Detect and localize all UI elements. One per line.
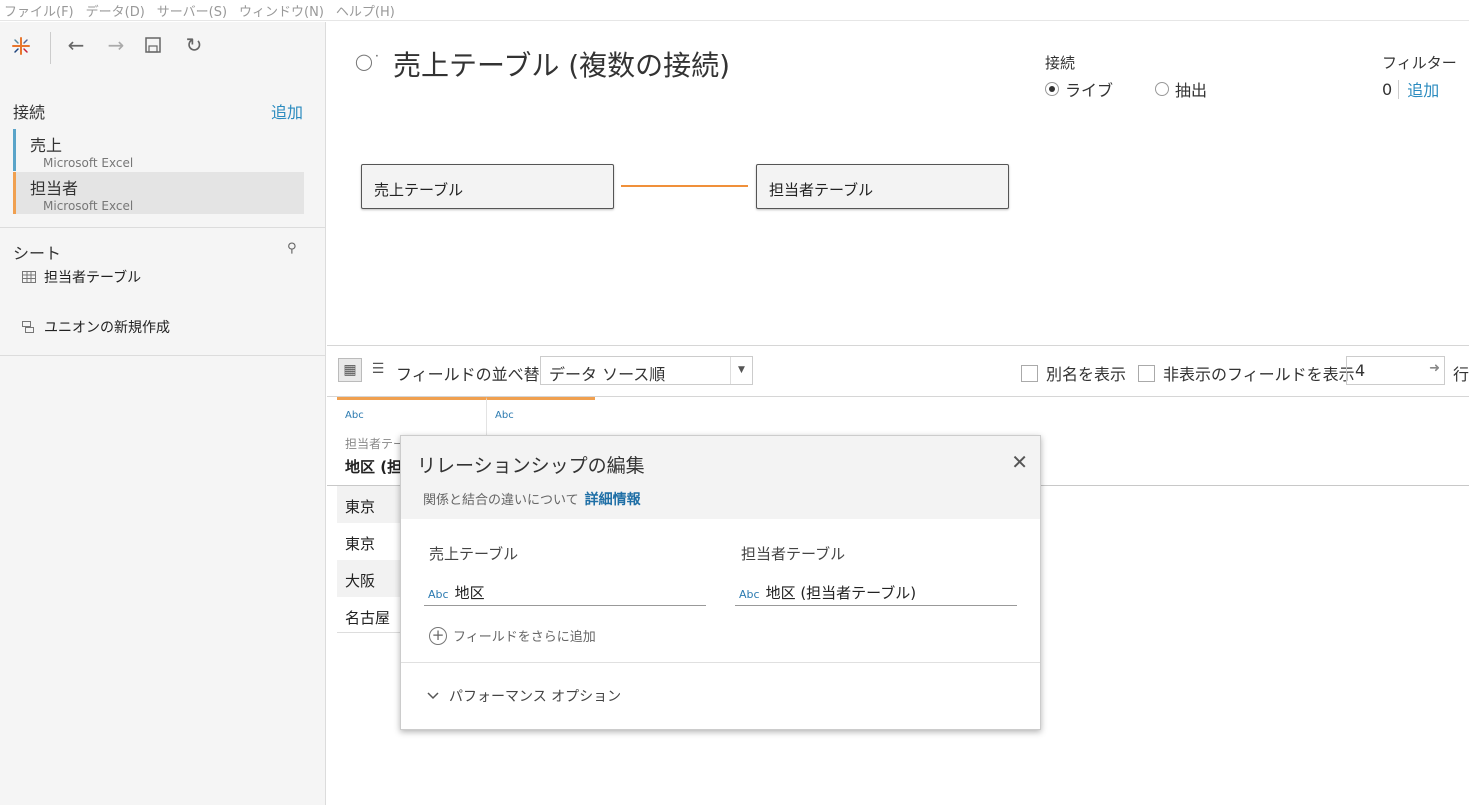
show-alias-checkbox[interactable] — [1021, 364, 1038, 382]
list-view-button[interactable]: ☰ — [366, 358, 390, 382]
go-arrow-icon[interactable]: ➜ — [1429, 361, 1440, 376]
live-radio[interactable] — [1045, 82, 1059, 96]
divider — [0, 355, 326, 356]
connection-mode-label: 接続 — [1045, 54, 1076, 72]
new-union-item[interactable]: ユニオンの新規作成 — [22, 317, 170, 337]
sort-value: データ ソース順 — [549, 365, 666, 384]
divider — [401, 662, 1040, 663]
back-arrow-icon[interactable]: ← — [65, 34, 87, 56]
type-abc-icon[interactable]: Abc — [345, 410, 486, 421]
plus-circle-icon: + — [429, 626, 447, 645]
extract-radio[interactable] — [1155, 82, 1170, 96]
left-field-select[interactable]: Abc 地区 — [424, 576, 706, 606]
add-connection-link[interactable]: 追加 — [271, 99, 303, 123]
sort-fields-label: フィールドの並べ替え — [396, 365, 556, 384]
divider — [327, 345, 1469, 346]
live-label: ライブ — [1065, 81, 1114, 100]
filter-block: フィルター 0 追加 — [1382, 52, 1457, 101]
chevron-down-icon — [427, 692, 439, 700]
save-icon[interactable] — [144, 36, 162, 54]
sort-fields-select[interactable]: データ ソース順 ▼ — [540, 356, 753, 385]
extract-label: 抽出 — [1175, 81, 1208, 100]
left-table-label: 売上テーブル — [429, 545, 519, 563]
right-table-label: 担当者テーブル — [741, 545, 846, 563]
menu-bar: ファイル(F) データ(D) サーバー(S) ウィンドウ(N) ヘルプ(H) — [0, 0, 1469, 21]
connection-item-sales[interactable]: 売上 Microsoft Excel — [13, 129, 304, 171]
search-icon[interactable]: ⚲ — [287, 241, 297, 256]
connection-item-staff[interactable]: 担当者 Microsoft Excel — [13, 172, 304, 214]
chevron-down-icon: ▼ — [730, 357, 752, 384]
connection-name: 売上 — [30, 136, 63, 155]
type-abc-icon[interactable]: Abc — [495, 410, 595, 421]
connections-label: 接続 — [13, 103, 46, 122]
left-field-name: 地区 — [454, 584, 485, 602]
add-more-fields[interactable]: + フィールドをさらに追加 — [429, 626, 596, 645]
filter-label: フィルター — [1382, 54, 1457, 72]
close-icon[interactable]: ✕ — [1011, 450, 1028, 474]
toolbar: ← → ↻ — [0, 22, 326, 70]
menu-file[interactable]: ファイル(F) — [0, 1, 82, 20]
sheet-item[interactable]: 担当者テーブル — [22, 267, 141, 287]
show-alias-option[interactable]: 別名を表示 — [1021, 361, 1126, 385]
rows-value: 4 — [1355, 361, 1366, 380]
sheets-label: シート — [13, 244, 62, 263]
performance-options-toggle[interactable]: パフォーマンス オプション — [427, 686, 621, 706]
connection-mode: 接続 ライブ 抽出 — [1045, 52, 1207, 101]
filter-count: 0 — [1382, 79, 1400, 99]
menu-data[interactable]: データ(D) — [82, 1, 153, 20]
right-field-select[interactable]: Abc 地区 (担当者テーブル) — [735, 576, 1017, 606]
type-abc-icon: Abc — [739, 588, 760, 601]
table-icon — [22, 271, 36, 283]
canvas-table-staff[interactable]: 担当者テーブル — [756, 164, 1009, 209]
menu-window[interactable]: ウィンドウ(N) — [235, 1, 332, 20]
dialog-title: リレーションシップの編集 — [417, 455, 645, 477]
show-hidden-option[interactable]: 非表示のフィールドを表示 — [1138, 361, 1355, 385]
dialog-header: リレーションシップの編集 ✕ 関係と結合の違いについて 詳細情報 — [401, 436, 1040, 519]
show-hidden-label: 非表示のフィールドを表示 — [1163, 365, 1355, 384]
datasource-icon[interactable]: ◯˙ — [355, 52, 381, 71]
connection-type: Microsoft Excel — [43, 199, 134, 213]
relationship-line[interactable] — [621, 185, 748, 187]
menu-server[interactable]: サーバー(S) — [153, 1, 235, 20]
grid-bottom-line — [337, 632, 409, 633]
divider — [0, 227, 326, 228]
sheet-name: 担当者テーブル — [44, 270, 142, 286]
type-abc-icon: Abc — [428, 588, 449, 601]
more-info-link[interactable]: 詳細情報 — [585, 492, 641, 508]
performance-options-label: パフォーマンス オプション — [449, 689, 622, 705]
menu-help[interactable]: ヘルプ(H) — [332, 1, 403, 20]
tableau-logo-icon[interactable] — [10, 35, 32, 57]
connection-type: Microsoft Excel — [43, 156, 134, 170]
forward-arrow-icon[interactable]: → — [105, 34, 127, 56]
edit-relationship-dialog: リレーションシップの編集 ✕ 関係と結合の違いについて 詳細情報 売上テーブル 担… — [400, 435, 1041, 730]
new-union-label: ユニオンの新規作成 — [44, 320, 170, 336]
left-panel: ← → ↻ 接続 追加 売上 Microsoft Excel 担当者 Micro… — [0, 22, 326, 805]
union-icon — [22, 321, 34, 333]
page-title[interactable]: 売上テーブル (複数の接続) — [393, 44, 730, 84]
add-filter-link[interactable]: 追加 — [1407, 77, 1439, 101]
grid-view-button[interactable]: ▦ — [338, 358, 362, 382]
add-more-label: フィールドをさらに追加 — [453, 630, 596, 645]
info-text: 関係と結合の違いについて — [423, 493, 579, 508]
canvas-table-sales[interactable]: 売上テーブル — [361, 164, 614, 209]
grid-toolbar: ▦ ☰ フィールドの並べ替え データ ソース順 ▼ 別名を表示 非表示のフィール… — [327, 352, 1469, 392]
right-field-name: 地区 (担当者テーブル) — [765, 584, 917, 602]
show-hidden-checkbox[interactable] — [1138, 364, 1155, 382]
dialog-info: 関係と結合の違いについて 詳細情報 — [423, 489, 641, 509]
toolbar-separator — [50, 32, 51, 64]
show-alias-label: 別名を表示 — [1046, 365, 1127, 384]
refresh-icon[interactable]: ↻ — [183, 34, 205, 56]
connection-name: 担当者 — [30, 179, 79, 198]
rows-label: 行 — [1453, 365, 1469, 384]
rows-input[interactable]: 4 ➜ — [1346, 356, 1445, 385]
